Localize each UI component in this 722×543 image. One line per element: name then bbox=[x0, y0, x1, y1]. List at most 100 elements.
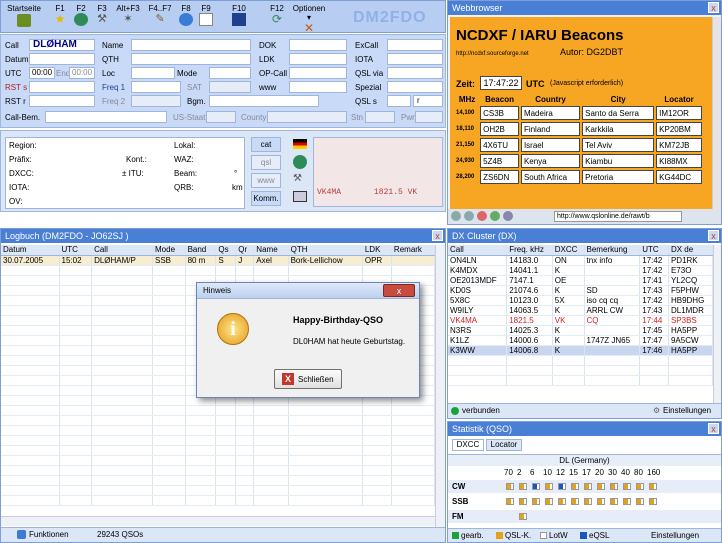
funktionen-icon[interactable] bbox=[17, 530, 26, 539]
ende-input[interactable]: 00:00 bbox=[69, 67, 95, 79]
f12-button[interactable]: F12 ⟳ bbox=[267, 4, 287, 26]
www-button[interactable]: www bbox=[251, 173, 281, 188]
log-col-header[interactable]: Call bbox=[91, 245, 153, 256]
dx-row[interactable]: K3WW 14006.8 K 17:46 HA5PP bbox=[448, 345, 714, 356]
close-icon[interactable]: x bbox=[708, 2, 719, 13]
home-small-icon[interactable] bbox=[503, 211, 513, 221]
log-col-header[interactable]: Mode bbox=[152, 245, 186, 256]
pwr-input[interactable] bbox=[415, 111, 443, 123]
dx-row[interactable]: W9ILY 14063.5 K ARRL CW 17:43 DL1MDR bbox=[448, 305, 714, 316]
ldk-input[interactable] bbox=[289, 53, 347, 65]
dx-settings-button[interactable]: Einstellungen bbox=[663, 406, 711, 415]
freq1-input[interactable] bbox=[131, 81, 181, 93]
log-scrollbar[interactable] bbox=[435, 245, 445, 527]
log-col-header[interactable]: Remark bbox=[391, 245, 436, 256]
beacon-link[interactable]: http://ncdxf.sourceforge.net bbox=[456, 51, 529, 57]
call-input[interactable]: DLØHAM bbox=[29, 39, 95, 51]
dx-row[interactable]: ON4LN 14183.0 ON tnx info 17:42 PD1RK bbox=[448, 255, 714, 266]
log-col-header[interactable]: Qs bbox=[215, 245, 237, 256]
name-input[interactable] bbox=[131, 39, 251, 51]
tab-locator[interactable]: Locator bbox=[486, 439, 522, 451]
funktionen-button[interactable]: Funktionen bbox=[29, 530, 69, 539]
dialog-close-button[interactable]: x bbox=[383, 284, 415, 297]
qsl-via-input[interactable] bbox=[387, 67, 443, 79]
iota-input[interactable] bbox=[387, 53, 443, 65]
cat-button[interactable]: cat bbox=[251, 137, 281, 152]
sat-input[interactable] bbox=[209, 81, 251, 93]
dx-row[interactable]: 5X8C 10123.0 5X iso cq cq 17:42 HB9DHG bbox=[448, 295, 714, 306]
url-input[interactable]: http://www.qslonline.de/rawt/b bbox=[554, 211, 682, 222]
log-col-header[interactable]: QTH bbox=[288, 245, 363, 256]
log-col-header[interactable]: Qr bbox=[235, 245, 255, 256]
log-col-header[interactable]: Name bbox=[253, 245, 289, 256]
tab-dxcc[interactable]: DXCC bbox=[452, 439, 484, 451]
log-col-header[interactable]: UTC bbox=[59, 245, 93, 256]
reload-icon[interactable] bbox=[490, 211, 500, 221]
map-globe-icon[interactable] bbox=[293, 155, 307, 169]
excall-input[interactable] bbox=[387, 39, 443, 51]
stn-input[interactable] bbox=[365, 111, 395, 123]
log-col-header[interactable]: Datum bbox=[1, 245, 60, 256]
dx-cell: K3WW bbox=[448, 345, 508, 356]
startseite-button[interactable]: Startseite bbox=[5, 4, 43, 27]
stop-icon[interactable] bbox=[477, 211, 487, 221]
f4-f7-button[interactable]: F4..F7 ✎ bbox=[145, 4, 175, 26]
dx-scrollbar[interactable] bbox=[713, 245, 721, 403]
rst-s-input[interactable] bbox=[29, 81, 95, 93]
close-icon[interactable]: x bbox=[708, 423, 719, 434]
tools-small-icon[interactable]: ⚒ bbox=[293, 173, 307, 185]
log-col-header[interactable]: Band bbox=[185, 245, 217, 256]
county-input[interactable] bbox=[267, 111, 347, 123]
bgm-select[interactable] bbox=[209, 95, 319, 107]
call-bem-input[interactable] bbox=[45, 111, 167, 123]
monitor-icon[interactable] bbox=[293, 191, 307, 202]
dx-col-header[interactable]: DX de bbox=[668, 245, 714, 256]
alt-f3-button[interactable]: Alt+F3 ✶ bbox=[113, 4, 143, 26]
dx-col-header[interactable]: Freq. kHz bbox=[506, 245, 553, 256]
mode-select[interactable] bbox=[209, 67, 251, 79]
f2-button[interactable]: F2 bbox=[72, 4, 90, 26]
datum-input[interactable] bbox=[29, 53, 95, 65]
us-staat-input[interactable] bbox=[206, 111, 236, 123]
dx-col-header[interactable]: Call bbox=[448, 245, 508, 256]
back-icon[interactable] bbox=[451, 211, 461, 221]
forward-icon[interactable] bbox=[464, 211, 474, 221]
f8-button[interactable]: F8 bbox=[177, 4, 195, 26]
www-input[interactable] bbox=[289, 81, 347, 93]
dok-input[interactable] bbox=[289, 39, 347, 51]
flag-icon[interactable] bbox=[293, 139, 307, 149]
dx-row[interactable]: N3RS 14025.3 K 17:45 HA5PP bbox=[448, 325, 714, 336]
loc-input[interactable] bbox=[131, 67, 175, 79]
optionen-button[interactable]: Optionen ▾ ✕ bbox=[290, 4, 328, 35]
f9-button[interactable]: F9 bbox=[197, 4, 215, 26]
qsl-s-select[interactable] bbox=[387, 95, 411, 107]
dx-row[interactable]: KD0S 21074.6 K SD 17:43 F5PHW bbox=[448, 285, 714, 296]
dx-col-header[interactable]: UTC bbox=[639, 245, 669, 256]
close-icon[interactable]: x bbox=[432, 230, 443, 241]
qsl-r-select[interactable]: r bbox=[413, 95, 443, 107]
f3-button[interactable]: F3 ⚒ bbox=[93, 4, 111, 26]
log-hscrollbar[interactable] bbox=[1, 516, 435, 526]
utc-input[interactable]: 00:00 bbox=[29, 67, 55, 79]
table-row[interactable]: 30.07.2005 15:02 DLØHAM/P SSB 80 m S J Axel Bork… bbox=[1, 255, 436, 266]
freq2-input[interactable] bbox=[131, 95, 181, 107]
spezial-input[interactable] bbox=[387, 81, 443, 93]
komm-button[interactable]: Komm. bbox=[251, 191, 281, 206]
browser-scrollbar[interactable] bbox=[712, 17, 721, 209]
dx-row[interactable]: OE2013MDF 7147.1 OE 17:41 YL2CQ bbox=[448, 275, 714, 286]
stats-settings-button[interactable]: Einstellungen bbox=[651, 531, 699, 540]
schliessen-button[interactable]: X Schließen bbox=[274, 369, 342, 389]
dx-row[interactable]: VK4MA 1821.5 VK CQ 17:44 SP3BS bbox=[448, 315, 714, 326]
log-col-header[interactable]: LDK bbox=[362, 245, 392, 256]
dx-col-header[interactable]: Bemerkung bbox=[584, 245, 641, 256]
f1-button[interactable]: F1 ★ bbox=[51, 4, 69, 26]
qth-input[interactable] bbox=[131, 53, 251, 65]
qsl-button[interactable]: qsl bbox=[251, 155, 281, 170]
f10-button[interactable]: F10 bbox=[229, 4, 249, 26]
dx-row[interactable]: K4MDX 14041.1 K 17:42 E73O bbox=[448, 265, 714, 276]
rst-r-input[interactable] bbox=[29, 95, 95, 107]
dx-col-header[interactable]: DXCC bbox=[552, 245, 585, 256]
op-call-input[interactable] bbox=[289, 67, 347, 79]
close-icon[interactable]: x bbox=[708, 230, 719, 241]
dx-row[interactable]: K1LZ 14000.6 K 1747Z JN65 17:47 9A5CW bbox=[448, 335, 714, 346]
